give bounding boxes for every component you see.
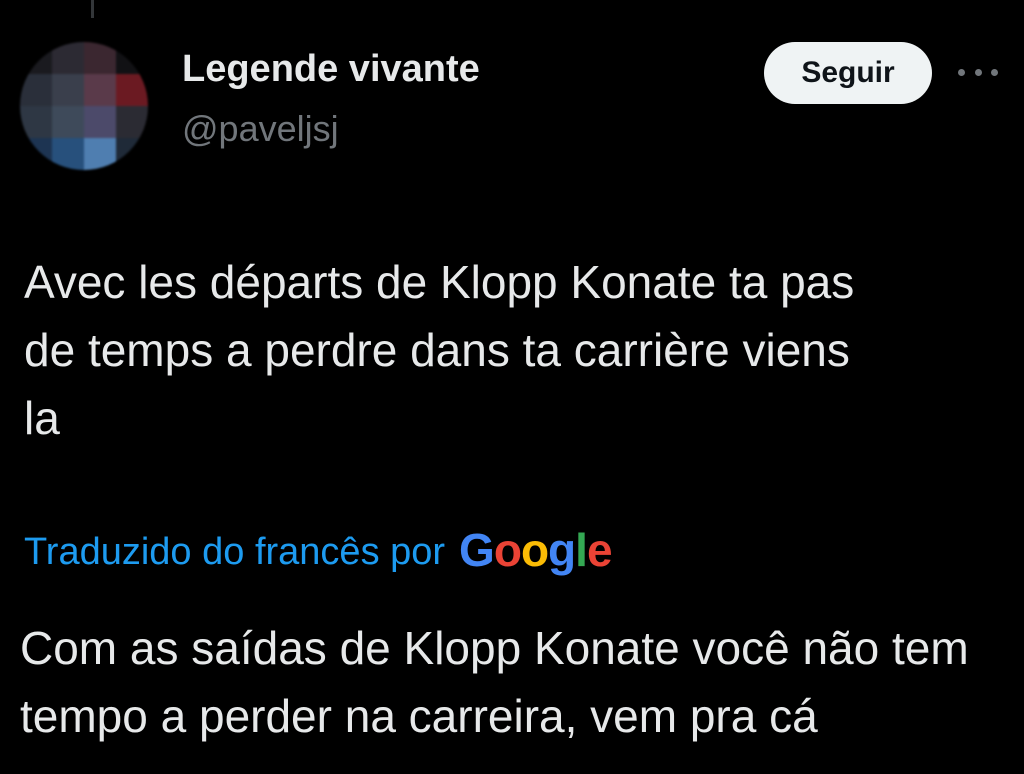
google-logo-letter: g <box>548 524 576 576</box>
google-logo-letter: G <box>459 524 495 576</box>
author-display-name[interactable]: Legende vivante <box>182 48 480 91</box>
more-dot <box>991 68 998 76</box>
avatar-pixel <box>20 106 52 138</box>
avatar-pixel <box>116 74 148 106</box>
translation-label[interactable]: Traduzido do francês por <box>24 531 445 574</box>
avatar-pixel <box>116 106 148 138</box>
tweet-text: Avec les départs de Klopp Konate ta pas … <box>24 256 855 444</box>
avatar-pixel <box>84 42 116 74</box>
google-logo-letter: o <box>493 524 522 576</box>
translated-tweet-text: Com as saídas de Klopp Konate você não t… <box>20 622 969 742</box>
avatar[interactable] <box>20 42 148 170</box>
thread-connector-line <box>91 0 94 18</box>
avatar-pixel <box>52 106 84 138</box>
google-logo: Google <box>459 523 613 577</box>
avatar-pixel <box>84 74 116 106</box>
avatar-pixel <box>20 138 52 170</box>
google-logo-letter: e <box>586 524 613 576</box>
more-dot <box>974 68 982 76</box>
more-dot <box>958 68 965 76</box>
avatar-pixel <box>84 106 116 138</box>
avatar-pixel <box>84 138 116 170</box>
avatar-pixel <box>116 42 148 74</box>
translation-attribution[interactable]: Traduzido do francês por Google <box>24 522 613 582</box>
avatar-pixel <box>52 74 84 106</box>
avatar-pixel <box>20 74 52 106</box>
avatar-pixel <box>116 138 148 170</box>
author-handle[interactable]: @paveljsj <box>182 108 339 150</box>
google-logo-letter: l <box>575 524 588 576</box>
follow-button[interactable]: Seguir <box>764 42 932 104</box>
google-logo-letter: o <box>520 524 549 576</box>
more-horizontal-icon[interactable] <box>958 62 998 82</box>
avatar-pixel <box>52 138 84 170</box>
avatar-pixel <box>20 42 52 74</box>
avatar-pixel <box>52 42 84 74</box>
